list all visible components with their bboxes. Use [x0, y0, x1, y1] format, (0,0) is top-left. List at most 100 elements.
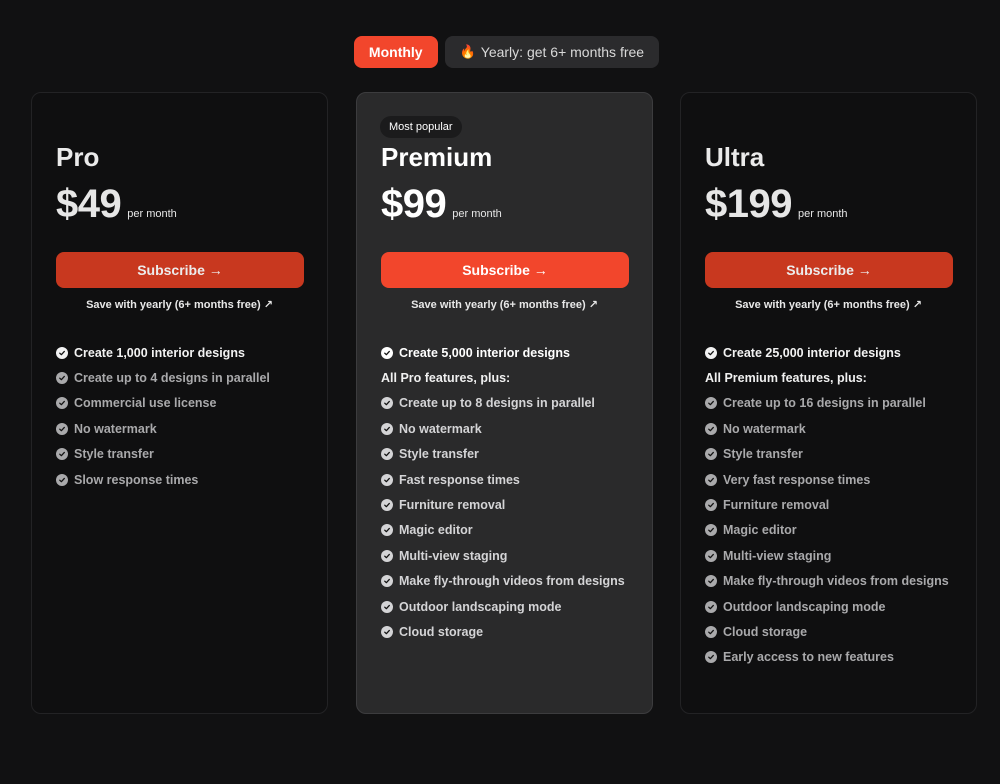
- check-circle-icon: [56, 397, 68, 410]
- feature-text: Create 1,000 interior designs: [74, 345, 245, 360]
- feature-text: Make fly-through videos from designs: [723, 574, 949, 589]
- subscribe-button-ultra[interactable]: Subscribe →: [705, 252, 953, 288]
- feature-list: Create 5,000 interior designs All Pro fea…: [381, 340, 642, 645]
- check-circle-icon: [381, 422, 393, 435]
- check-circle-icon: [705, 473, 717, 486]
- plan-price: $49: [56, 182, 122, 226]
- feature-item: Create up to 16 designs in parallel: [705, 391, 966, 416]
- yearly-toggle-label: Yearly: get 6+ months free: [480, 44, 645, 60]
- check-circle-icon: [381, 473, 393, 486]
- plan-name: Pro: [56, 142, 100, 172]
- feature-item: No watermark: [381, 416, 642, 441]
- feature-text: Outdoor landscaping mode: [399, 599, 562, 614]
- most-popular-badge: Most popular: [380, 116, 462, 138]
- plan-card-premium: Most popular Premium $99 per month Subsc…: [356, 92, 653, 714]
- price-period: per month: [452, 208, 502, 220]
- feature-item: Early access to new features: [705, 645, 966, 670]
- check-circle-icon: [381, 499, 393, 512]
- feature-text: Create 25,000 interior designs: [723, 345, 901, 360]
- feature-item: Outdoor landscaping mode: [381, 594, 642, 619]
- check-circle-icon: [56, 473, 68, 486]
- plan-name: Premium: [381, 142, 493, 172]
- feature-text: Create up to 8 designs in parallel: [399, 396, 595, 411]
- yearly-toggle-button[interactable]: 🔥 Yearly: get 6+ months free: [444, 36, 660, 68]
- feature-text: Magic editor: [399, 523, 473, 538]
- plan-card-pro: Pro $49 per month Subscribe → Save with …: [31, 92, 328, 714]
- price-period: per month: [127, 208, 177, 220]
- monthly-toggle-button[interactable]: Monthly: [353, 36, 438, 68]
- feature-item: Style transfer: [381, 442, 642, 467]
- feature-text: Slow response times: [74, 472, 199, 487]
- feature-text: Fast response times: [399, 472, 520, 487]
- plan-name: Ultra: [705, 142, 765, 172]
- feature-text: Early access to new features: [723, 650, 894, 665]
- check-circle-icon: [705, 651, 717, 664]
- feature-item: Style transfer: [705, 442, 966, 467]
- plan-price: $199: [705, 182, 792, 226]
- feature-item: Create up to 8 designs in parallel: [381, 391, 642, 416]
- subscribe-button-pro[interactable]: Subscribe →: [56, 252, 304, 288]
- check-circle-icon: [705, 600, 717, 613]
- save-yearly-link-premium[interactable]: Save with yearly (6+ months free) ↗: [357, 298, 652, 311]
- feature-item: Make fly-through videos from designs: [381, 569, 642, 594]
- plan-price: $99: [381, 182, 447, 226]
- feature-text: No watermark: [723, 421, 806, 436]
- feature-section-heading: All Premium features, plus:: [705, 365, 966, 390]
- check-circle-icon: [381, 549, 393, 562]
- check-circle-icon: [705, 575, 717, 588]
- price-row: $99 per month: [381, 182, 502, 227]
- feature-text: Cloud storage: [723, 624, 808, 639]
- feature-text: Magic editor: [723, 523, 797, 538]
- feature-item: Cloud storage: [381, 619, 642, 644]
- check-circle-icon: [56, 346, 68, 359]
- feature-item: Slow response times: [56, 467, 317, 492]
- check-circle-icon: [705, 625, 717, 638]
- feature-text: No watermark: [399, 421, 482, 436]
- feature-text: Multi-view staging: [399, 548, 508, 563]
- check-circle-icon: [705, 346, 717, 359]
- feature-text: Furniture removal: [723, 498, 830, 513]
- check-circle-icon: [705, 499, 717, 512]
- check-circle-icon: [705, 397, 717, 410]
- feature-item: Create 1,000 interior designs: [56, 340, 317, 365]
- feature-item: Furniture removal: [381, 492, 642, 517]
- billing-toggle: Monthly 🔥 Yearly: get 6+ months free: [0, 36, 1000, 68]
- save-yearly-link-pro[interactable]: Save with yearly (6+ months free) ↗: [32, 298, 327, 311]
- save-yearly-link-ultra[interactable]: Save with yearly (6+ months free) ↗: [681, 298, 976, 311]
- feature-item: Magic editor: [381, 518, 642, 543]
- feature-text: Outdoor landscaping mode: [723, 599, 886, 614]
- check-circle-icon: [705, 549, 717, 562]
- price-row: $199 per month: [705, 182, 848, 227]
- check-circle-icon: [705, 448, 717, 461]
- check-circle-icon: [381, 575, 393, 588]
- feature-item: Furniture removal: [705, 492, 966, 517]
- feature-item: Multi-view staging: [705, 543, 966, 568]
- feature-item: Magic editor: [705, 518, 966, 543]
- check-circle-icon: [56, 422, 68, 435]
- check-circle-icon: [381, 448, 393, 461]
- feature-list: Create 1,000 interior designs Create up t…: [56, 340, 317, 492]
- feature-text: Multi-view staging: [723, 548, 832, 563]
- feature-item: Cloud storage: [705, 619, 966, 644]
- feature-section-heading: All Pro features, plus:: [381, 365, 642, 390]
- check-circle-icon: [56, 372, 68, 385]
- pricing-page: Monthly 🔥 Yearly: get 6+ months free Pro…: [0, 0, 1000, 784]
- check-circle-icon: [381, 397, 393, 410]
- feature-item: Commercial use license: [56, 391, 317, 416]
- feature-item: No watermark: [56, 416, 317, 441]
- feature-item: Multi-view staging: [381, 543, 642, 568]
- feature-item: Fast response times: [381, 467, 642, 492]
- feature-item: Create up to 4 designs in parallel: [56, 365, 317, 390]
- check-circle-icon: [381, 600, 393, 613]
- check-circle-icon: [381, 346, 393, 359]
- feature-text: Create up to 16 designs in parallel: [723, 396, 926, 411]
- feature-text: Furniture removal: [399, 498, 506, 513]
- check-circle-icon: [381, 524, 393, 537]
- feature-text: No watermark: [74, 421, 157, 436]
- check-circle-icon: [705, 422, 717, 435]
- feature-item: Create 25,000 interior designs: [705, 340, 966, 365]
- feature-item: Very fast response times: [705, 467, 966, 492]
- check-circle-icon: [705, 524, 717, 537]
- subscribe-button-premium[interactable]: Subscribe →: [381, 252, 629, 288]
- feature-text: Make fly-through videos from designs: [399, 574, 625, 589]
